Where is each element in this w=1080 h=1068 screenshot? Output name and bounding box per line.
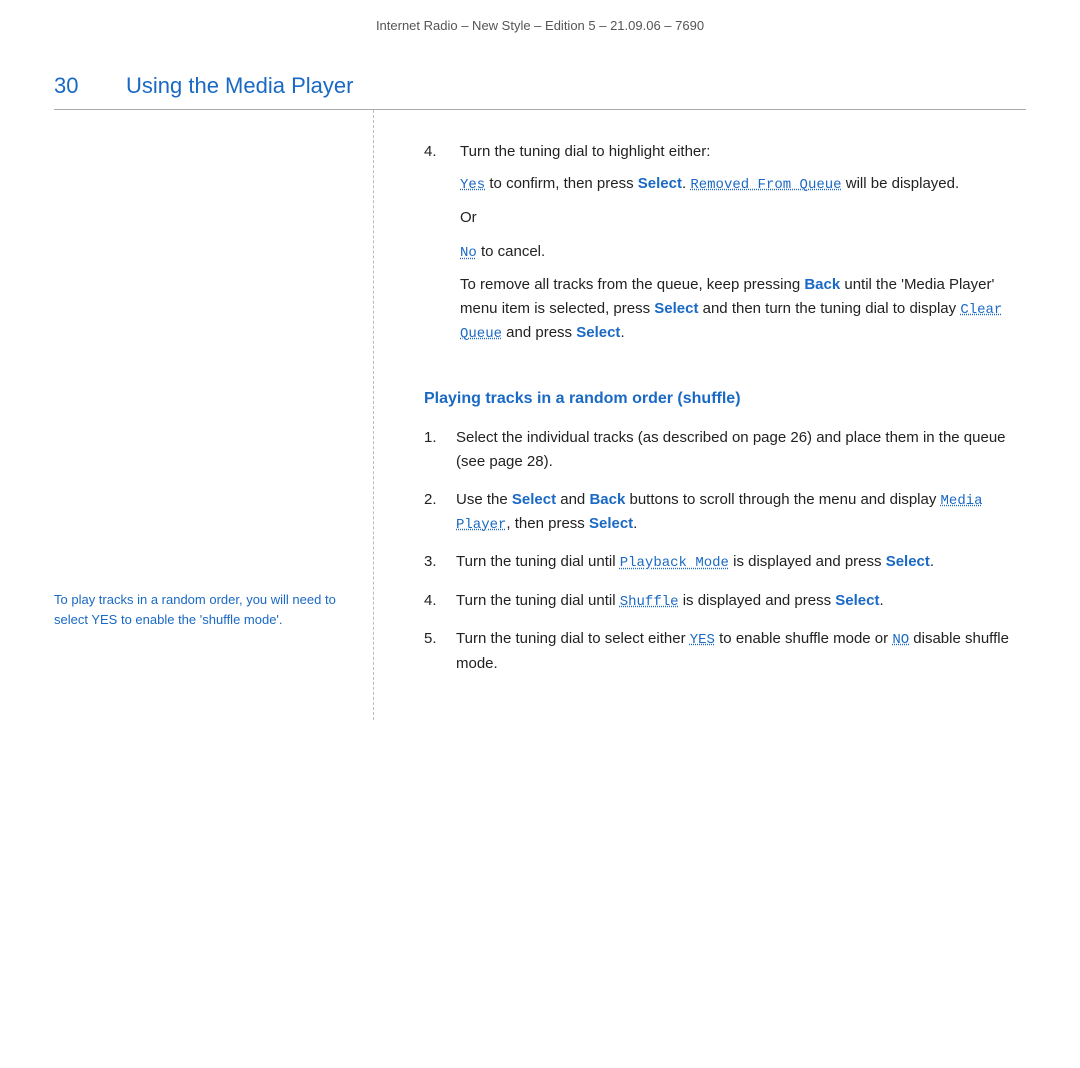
select3: Select	[576, 324, 620, 341]
plain-text: Turn the tuning dial until	[456, 592, 620, 609]
step-4-number: 4.	[424, 140, 452, 354]
plain-text: .	[930, 553, 934, 570]
mono-blue-text: Shuffle	[620, 594, 679, 610]
no-label: No	[460, 245, 477, 261]
step4-heading: Turn the tuning dial to highlight either…	[460, 143, 710, 160]
no-line: No to cancel.	[460, 240, 1026, 264]
plain-text: , then press	[506, 515, 589, 532]
step-num-3: 3.	[424, 550, 446, 574]
yes-line: Yes to confirm, then press Select. Remov…	[460, 172, 1026, 196]
step-item-4: 4. Turn the tuning dial until Shuffle is …	[424, 589, 1026, 613]
plain-text: is displayed and press	[729, 553, 886, 570]
sidebar-note: To play tracks in a random order, you wi…	[54, 590, 343, 629]
step-num-1: 1.	[424, 426, 446, 474]
bold-blue-text: Select	[512, 491, 556, 508]
step-num-4: 4.	[424, 589, 446, 613]
or-text: Or	[460, 209, 477, 226]
section-heading: Playing tracks in a random order (shuffl…	[424, 390, 1026, 408]
step-item-2: 2.Use the Select and Back buttons to scr…	[424, 488, 1026, 537]
bold-blue-text: Select	[886, 553, 930, 570]
bold-blue-text: Back	[589, 491, 625, 508]
plain-text: .	[633, 515, 637, 532]
mono-blue-text: YES	[690, 632, 715, 648]
bold-blue-text: Select	[589, 515, 633, 532]
header-text: Internet Radio – New Style – Edition 5 –…	[376, 18, 704, 33]
yes-suffix: to confirm, then press	[485, 175, 638, 192]
step-text-5: Turn the tuning dial to select either YE…	[456, 627, 1026, 675]
removed-suffix: will be displayed.	[842, 175, 960, 192]
step-text-4: Turn the tuning dial until Shuffle is di…	[456, 589, 1026, 613]
remove-all-text3: and then turn the tuning dial to display	[698, 300, 960, 317]
chapter-heading: 30 Using the Media Player	[54, 43, 1026, 109]
plain-text: buttons to scroll through the menu and d…	[625, 491, 940, 508]
step-4-block: 4. Turn the tuning dial to highlight eit…	[424, 140, 1026, 354]
plain-text: .	[880, 592, 884, 609]
select2: Select	[654, 300, 698, 317]
or-line: Or	[460, 206, 1026, 230]
plain-text: Use the	[456, 491, 512, 508]
remove-all-text5: .	[620, 324, 624, 341]
remove-all-text1: To remove all tracks from the queue, kee…	[460, 276, 804, 293]
no-suffix: to cancel.	[477, 243, 545, 260]
removed-label: Removed From Queue	[690, 177, 841, 193]
step-item-1: 1.Select the individual tracks (as descr…	[424, 426, 1026, 474]
yes-label: Yes	[460, 177, 485, 193]
back-label1: Back	[804, 276, 840, 293]
main-content: 4. Turn the tuning dial to highlight eit…	[374, 110, 1026, 720]
step-item-3: 3. Turn the tuning dial until Playback Mo…	[424, 550, 1026, 574]
mono-blue-text: Playback Mode	[620, 555, 729, 571]
remove-all-text4: and press	[502, 324, 576, 341]
step-4-text: Turn the tuning dial to highlight either…	[460, 140, 1026, 354]
chapter-number: 30	[54, 73, 94, 99]
plain-text: to enable shuffle mode or	[715, 630, 892, 647]
step-item-5: 5.Turn the tuning dial to select either …	[424, 627, 1026, 675]
bold-blue-text: Select	[835, 592, 879, 609]
select1: Select	[638, 175, 682, 192]
step-text-2: Use the Select and Back buttons to scrol…	[456, 488, 1026, 537]
step-num-5: 5.	[424, 627, 446, 675]
content-area: To play tracks in a random order, you wi…	[54, 110, 1026, 720]
sidebar: To play tracks in a random order, you wi…	[54, 110, 374, 720]
remove-all-line: To remove all tracks from the queue, kee…	[460, 273, 1026, 346]
plain-text: Select the individual tracks (as describ…	[456, 429, 1006, 470]
plain-text: is displayed and press	[679, 592, 836, 609]
page-header: Internet Radio – New Style – Edition 5 –…	[0, 0, 1080, 43]
chapter-title: Using the Media Player	[126, 73, 353, 99]
plain-text: Turn the tuning dial until	[456, 553, 620, 570]
steps-list: 1.Select the individual tracks (as descr…	[424, 426, 1026, 676]
step-text-3: Turn the tuning dial until Playback Mode…	[456, 550, 1026, 574]
plain-text: Turn the tuning dial to select either	[456, 630, 690, 647]
mono-blue-text: NO	[892, 632, 909, 648]
page-layout: 30 Using the Media Player To play tracks…	[0, 43, 1080, 720]
step-num-2: 2.	[424, 488, 446, 537]
plain-text: and	[556, 491, 589, 508]
step-text-1: Select the individual tracks (as describ…	[456, 426, 1026, 474]
